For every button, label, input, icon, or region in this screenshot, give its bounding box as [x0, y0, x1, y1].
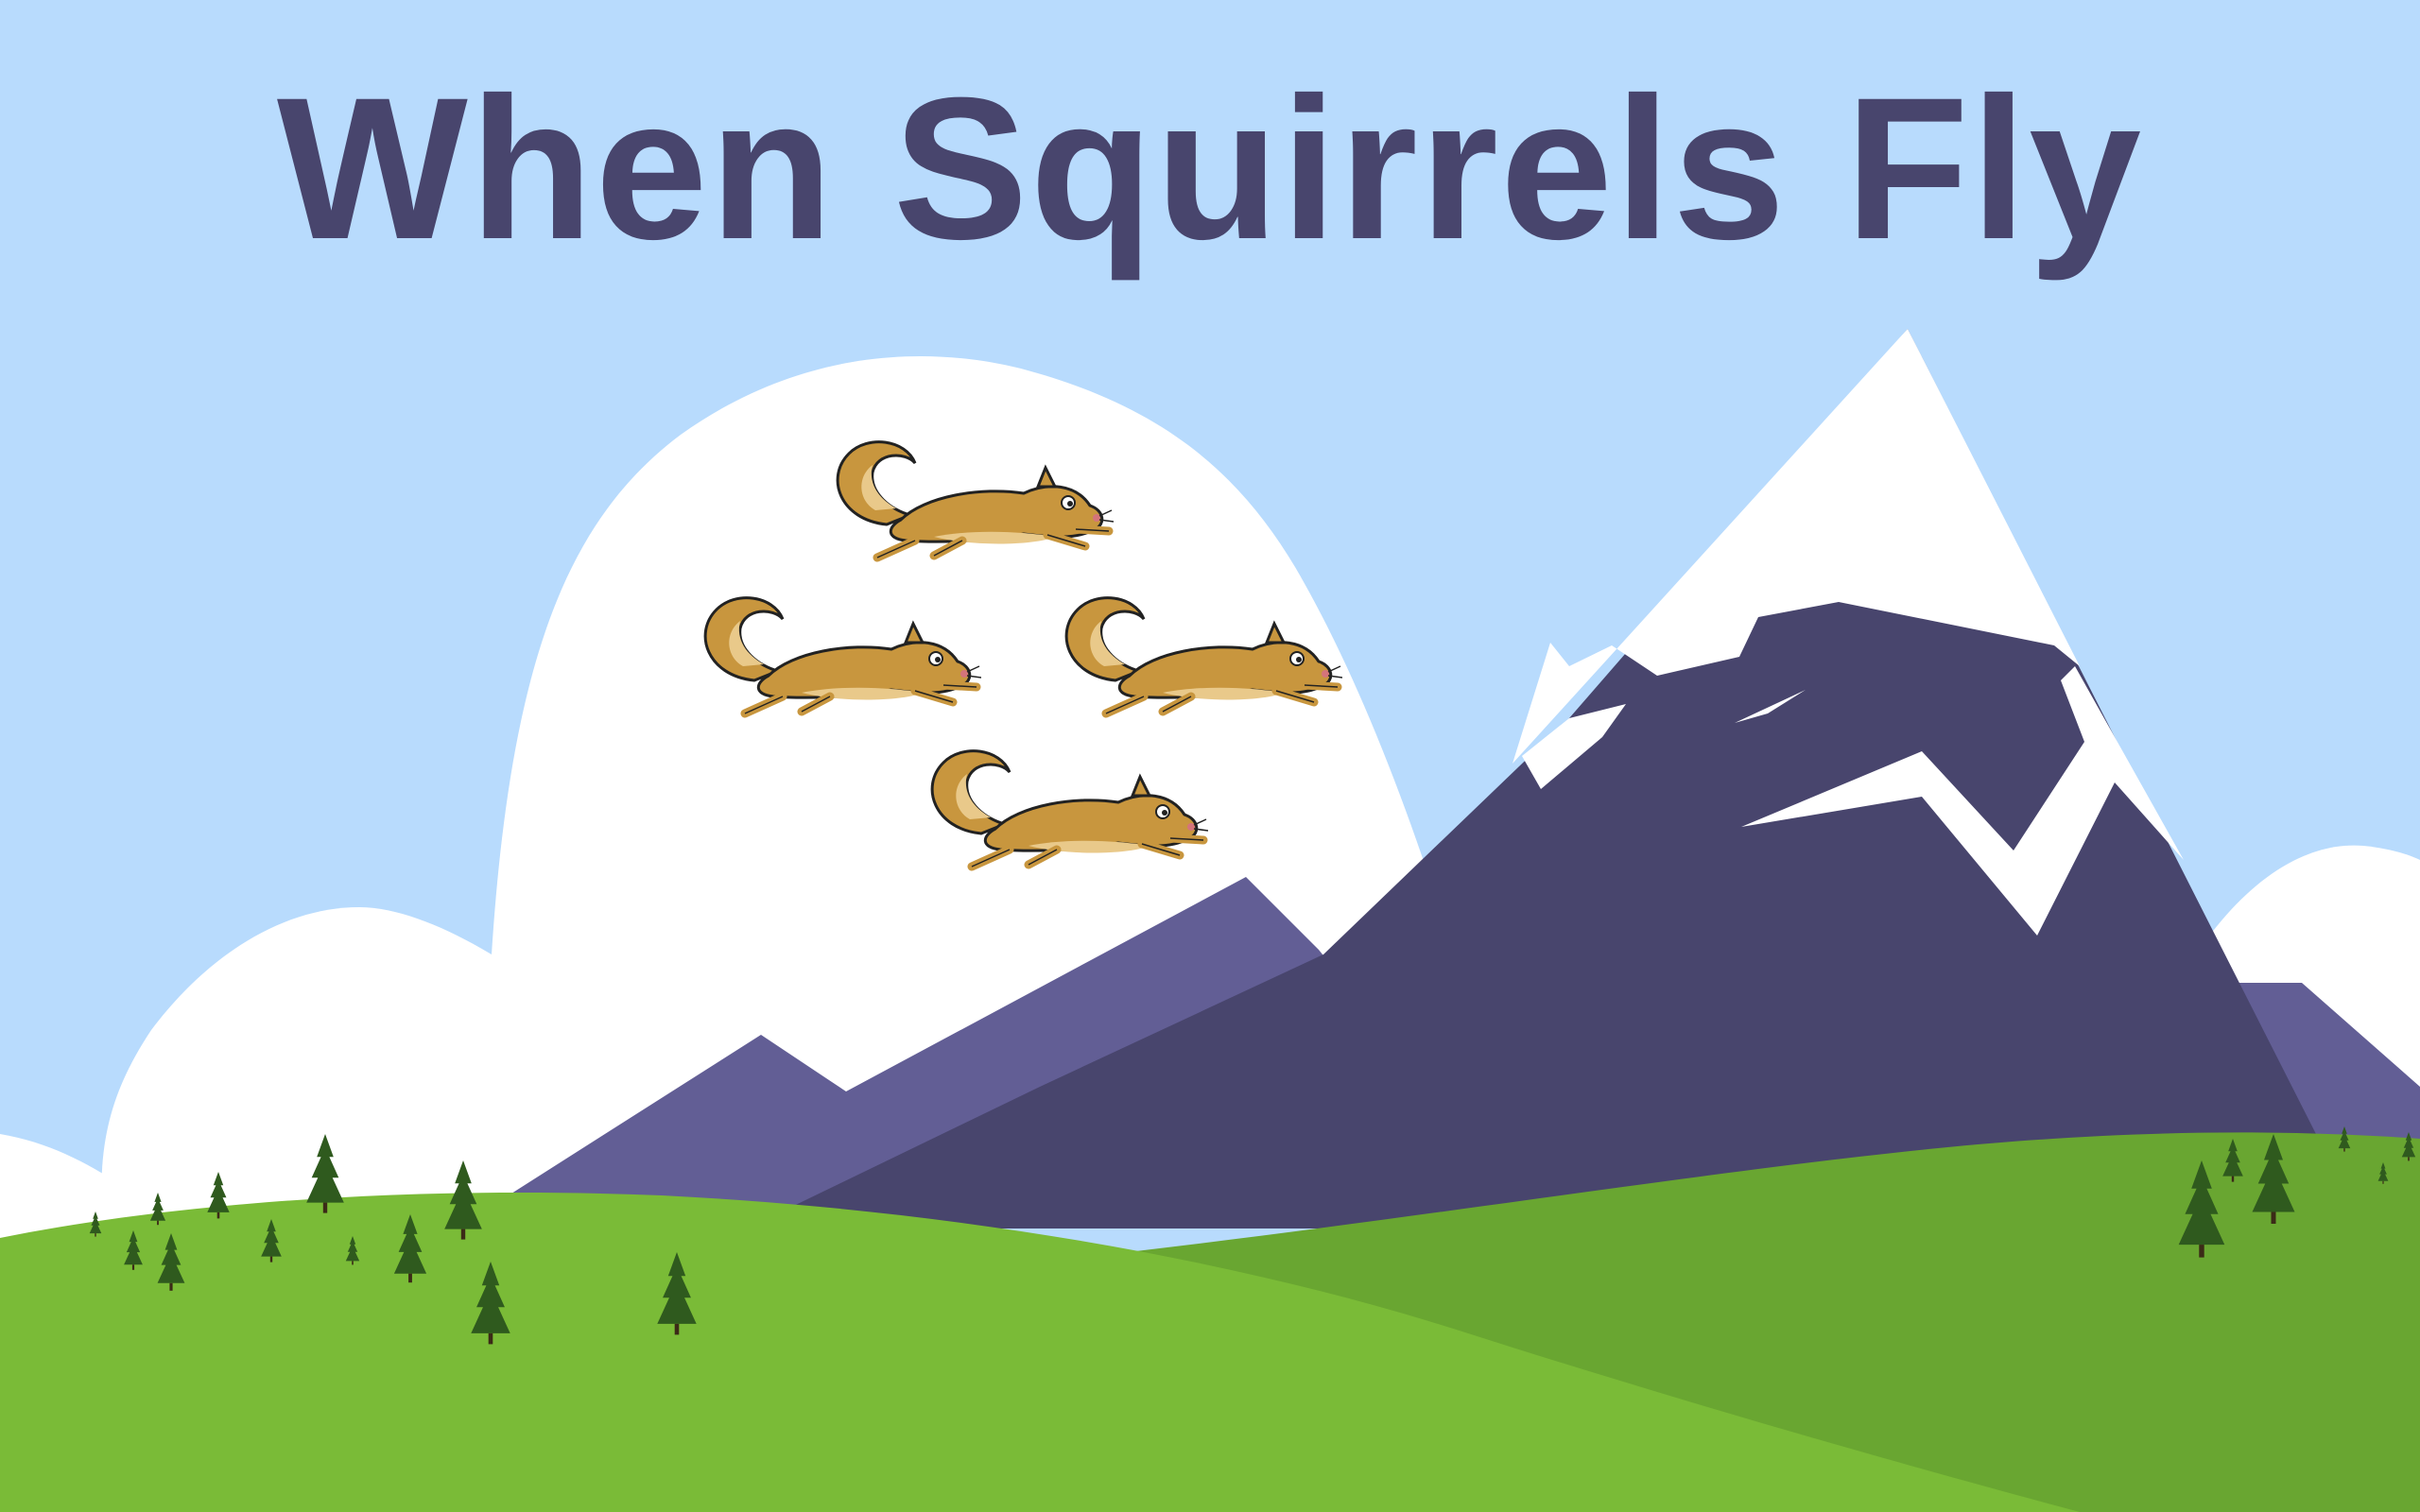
game-scene — [0, 329, 2420, 1512]
